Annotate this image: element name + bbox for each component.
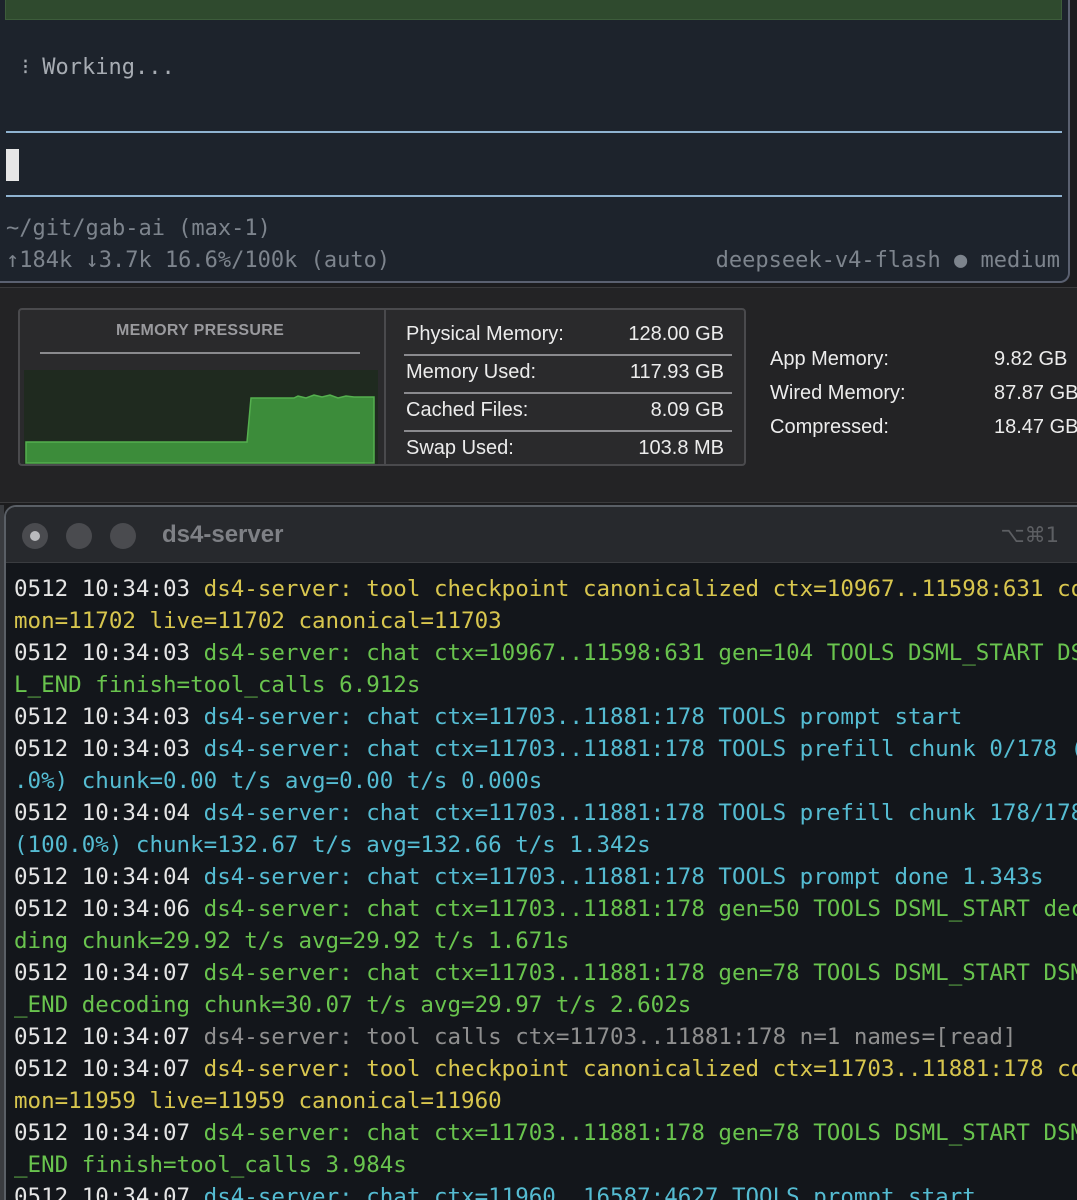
stat-value: 8.09 GB bbox=[650, 399, 724, 421]
log-message: ds4-server: tool checkpoint canonicalize… bbox=[203, 1056, 1077, 1082]
log-line: (100.0%) chunk=132.67 t/s avg=132.66 t/s… bbox=[14, 829, 1074, 861]
zoom-button[interactable] bbox=[110, 523, 136, 549]
stat-row-physical: Physical Memory: 128.00 GB bbox=[404, 316, 732, 354]
close-button[interactable] bbox=[22, 523, 48, 549]
log-timestamp: 0512 10:34:07 bbox=[14, 1056, 204, 1082]
log-line: mon=11702 live=11702 canonical=11703 bbox=[14, 605, 1074, 637]
log-timestamp: 0512 10:34:07 bbox=[14, 1184, 204, 1200]
log-line: mon=11959 live=11959 canonical=11960 bbox=[14, 1085, 1074, 1117]
log-timestamp: 0512 10:34:03 bbox=[14, 736, 204, 762]
stat-value: 117.93 GB bbox=[629, 361, 724, 383]
spinner-icon: ⁝ bbox=[22, 55, 29, 80]
text-cursor[interactable] bbox=[6, 149, 19, 181]
log-timestamp: 0512 10:34:03 bbox=[14, 640, 204, 666]
log-message: _END finish=tool_calls 3.984s bbox=[14, 1152, 407, 1178]
memory-panel: MEMORY PRESSURE Physical Memory: 128.00 … bbox=[0, 287, 1077, 503]
memory-breakdown: App Memory: 9.82 GB Wired Memory: 87.87 … bbox=[770, 288, 1077, 498]
log-message: ds4-server: chat ctx=11703..11881:178 ge… bbox=[203, 960, 1077, 986]
log-line: 0512 10:34:03 ds4-server: chat ctx=11703… bbox=[14, 733, 1077, 765]
log-line: _END decoding chunk=30.07 t/s avg=29.97 … bbox=[14, 989, 1074, 1021]
log-message: ds4-server: chat ctx=11703..11881:178 ge… bbox=[203, 896, 1077, 922]
minimize-button[interactable] bbox=[66, 523, 92, 549]
log-message: ds4-server: tool calls ctx=11703..11881:… bbox=[203, 1024, 1017, 1050]
log-message: ding chunk=29.92 t/s avg=29.92 t/s 1.671… bbox=[14, 928, 570, 954]
stat-label: Cached Files: bbox=[406, 399, 529, 421]
log-timestamp: 0512 10:34:03 bbox=[14, 704, 204, 730]
log-message: .0%) chunk=0.00 t/s avg=0.00 t/s 0.000s bbox=[14, 768, 543, 794]
log-message: ds4-server: chat ctx=11703..11881:178 TO… bbox=[203, 704, 963, 730]
stat-value: 18.47 GB bbox=[994, 416, 1077, 438]
input-top-border bbox=[6, 131, 1062, 133]
output-block bbox=[5, 0, 1062, 20]
agent-terminal: ⁝ Working... ~/git/gab-ai (max-1) ↑184k … bbox=[0, 0, 1070, 283]
window-title: ds4-server bbox=[162, 521, 284, 548]
input-bottom-border bbox=[6, 195, 1062, 197]
stat-label: Memory Used: bbox=[406, 361, 537, 383]
log-output[interactable]: 0512 10:34:03 ds4-server: tool checkpoin… bbox=[14, 573, 1077, 1200]
stat-value: 128.00 GB bbox=[628, 323, 724, 345]
log-timestamp: 0512 10:34:03 bbox=[14, 576, 204, 602]
log-message: ds4-server: chat ctx=11703..11881:178 TO… bbox=[203, 736, 1077, 762]
log-line: L_END finish=tool_calls 6.912s bbox=[14, 669, 1074, 701]
log-timestamp: 0512 10:34:06 bbox=[14, 896, 204, 922]
log-line: _END finish=tool_calls 3.984s bbox=[14, 1149, 1074, 1181]
working-text: Working... bbox=[42, 55, 175, 80]
model-status: deepseek-v4-flash ● medium bbox=[715, 248, 1060, 273]
stat-row-cached: Cached Files: 8.09 GB bbox=[404, 392, 732, 430]
log-line: 0512 10:34:07 ds4-server: tool checkpoin… bbox=[14, 1053, 1077, 1085]
stat-label: Wired Memory: bbox=[770, 382, 906, 404]
stat-label: App Memory: bbox=[770, 348, 889, 370]
window-titlebar[interactable]: ds4-server ⌥⌘1 bbox=[6, 507, 1077, 563]
log-timestamp: 0512 10:34:04 bbox=[14, 864, 204, 890]
stat-value: 87.87 GB bbox=[994, 382, 1077, 404]
stat-row-swap: Swap Used: 103.8 MB bbox=[404, 430, 732, 468]
log-timestamp: 0512 10:34:07 bbox=[14, 960, 204, 986]
stat-row-used: Memory Used: 117.93 GB bbox=[404, 354, 732, 392]
log-message: ds4-server: chat ctx=11703..11881:178 TO… bbox=[203, 800, 1077, 826]
pressure-title-rule bbox=[40, 352, 360, 354]
log-line: 0512 10:34:04 ds4-server: chat ctx=11703… bbox=[14, 797, 1077, 829]
log-line: 0512 10:34:03 ds4-server: chat ctx=11703… bbox=[14, 701, 1074, 733]
log-message: mon=11702 live=11702 canonical=11703 bbox=[14, 608, 502, 634]
stat-value: 103.8 MB bbox=[638, 437, 724, 459]
log-message: ds4-server: chat ctx=11703..11881:178 TO… bbox=[203, 864, 1044, 890]
cwd-label: ~/git/gab-ai (max-1) bbox=[6, 216, 271, 241]
log-line: ding chunk=29.92 t/s avg=29.92 t/s 1.671… bbox=[14, 925, 1074, 957]
stat-label: Swap Used: bbox=[406, 437, 514, 459]
log-message: ds4-server: chat ctx=11960..16587:4627 T… bbox=[203, 1184, 976, 1200]
working-status: ⁝ Working... bbox=[22, 55, 175, 80]
log-line: 0512 10:34:07 ds4-server: chat ctx=11703… bbox=[14, 1117, 1077, 1149]
log-line: 0512 10:34:03 ds4-server: chat ctx=10967… bbox=[14, 637, 1077, 669]
log-timestamp: 0512 10:34:07 bbox=[14, 1024, 204, 1050]
log-line: 0512 10:34:06 ds4-server: chat ctx=11703… bbox=[14, 893, 1077, 925]
log-line: 0512 10:34:07 ds4-server: chat ctx=11960… bbox=[14, 1181, 1074, 1200]
log-message: ds4-server: chat ctx=10967..11598:631 ge… bbox=[203, 640, 1077, 666]
log-message: L_END finish=tool_calls 6.912s bbox=[14, 672, 421, 698]
log-line: .0%) chunk=0.00 t/s avg=0.00 t/s 0.000s bbox=[14, 765, 1074, 797]
ds4-server-terminal-window[interactable]: ds4-server ⌥⌘1 0512 10:34:03 ds4-server:… bbox=[4, 505, 1077, 1200]
stat-label: Physical Memory: bbox=[406, 323, 564, 345]
token-usage: ↑184k ↓3.7k 16.6%/100k (auto) bbox=[6, 248, 391, 273]
log-line: 0512 10:34:03 ds4-server: tool checkpoin… bbox=[14, 573, 1077, 605]
window-shortcut: ⌥⌘1 bbox=[1000, 523, 1059, 547]
log-message: ds4-server: chat ctx=11703..11881:178 ge… bbox=[203, 1120, 1077, 1146]
log-timestamp: 0512 10:34:04 bbox=[14, 800, 204, 826]
stat-label: Compressed: bbox=[770, 416, 889, 438]
stat-value: 9.82 GB bbox=[994, 348, 1068, 370]
pressure-title: MEMORY PRESSURE bbox=[115, 322, 285, 339]
log-line: 0512 10:34:07 ds4-server: tool calls ctx… bbox=[14, 1021, 1074, 1053]
log-message: _END decoding chunk=30.07 t/s avg=29.97 … bbox=[14, 992, 692, 1018]
pressure-chart bbox=[24, 370, 378, 464]
log-message: ds4-server: tool checkpoint canonicalize… bbox=[203, 576, 1077, 602]
memory-card: MEMORY PRESSURE Physical Memory: 128.00 … bbox=[18, 308, 762, 468]
log-message: (100.0%) chunk=132.67 t/s avg=132.66 t/s… bbox=[14, 832, 651, 858]
log-line: 0512 10:34:04 ds4-server: chat ctx=11703… bbox=[14, 861, 1074, 893]
log-timestamp: 0512 10:34:07 bbox=[14, 1120, 204, 1146]
log-line: 0512 10:34:07 ds4-server: chat ctx=11703… bbox=[14, 957, 1077, 989]
log-message: mon=11959 live=11959 canonical=11960 bbox=[14, 1088, 502, 1114]
memory-pressure-graph: MEMORY PRESSURE bbox=[20, 310, 386, 464]
